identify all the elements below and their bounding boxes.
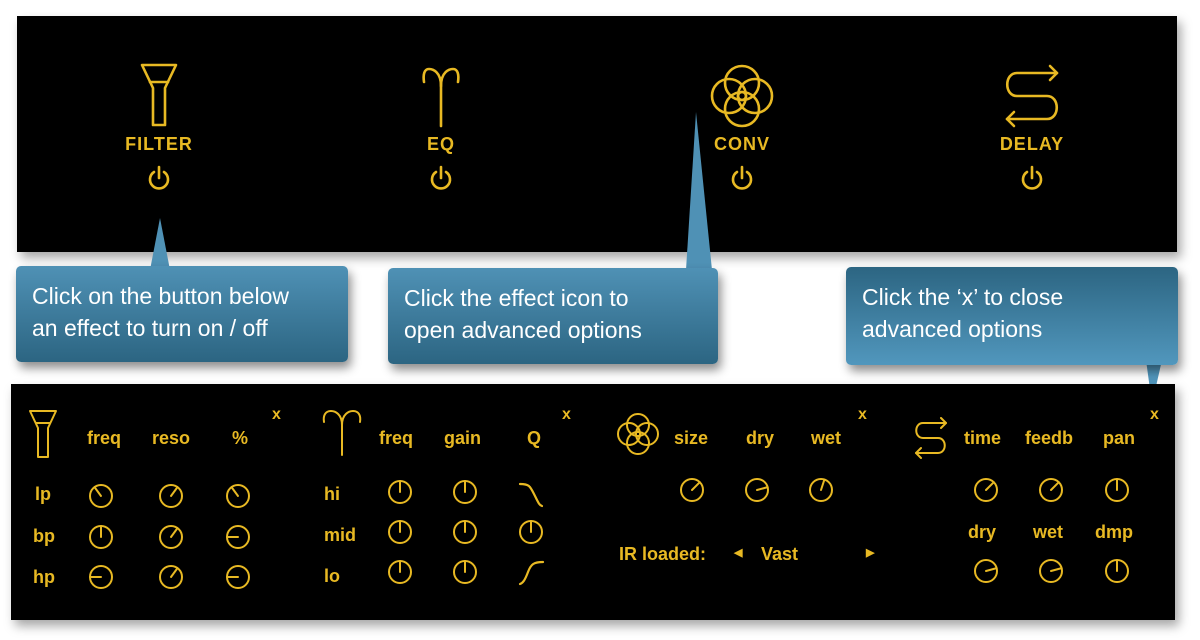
column-label: size — [674, 428, 709, 448]
row-label: hi — [324, 484, 340, 504]
knob[interactable] — [1038, 558, 1064, 584]
knob[interactable] — [88, 483, 114, 509]
knob[interactable] — [158, 564, 184, 590]
column-label: wet — [811, 428, 842, 448]
close-conv-button[interactable]: x — [858, 406, 867, 424]
row-label: lo — [324, 566, 340, 586]
knob[interactable] — [1104, 558, 1130, 584]
knob[interactable] — [452, 479, 478, 505]
callout-text: Click the effect icon to — [404, 285, 629, 311]
knob[interactable] — [452, 559, 478, 585]
s-arrows-icon[interactable] — [911, 417, 951, 459]
callout-text: an effect to turn on / off — [32, 315, 268, 341]
callout-power: Click on the button below an effect to t… — [16, 266, 348, 362]
close-eq-button[interactable]: x — [562, 406, 571, 424]
knob[interactable] — [518, 519, 544, 545]
knob[interactable] — [452, 519, 478, 545]
triangle-right-icon[interactable]: ▶ — [866, 546, 874, 559]
knob[interactable] — [225, 483, 251, 509]
low-shelf-curve-icon[interactable] — [517, 558, 547, 588]
callout-text: open advanced options — [404, 317, 642, 343]
advanced-options-panel: freq reso % x lp bp hp freq gain Q x hi … — [11, 384, 1175, 620]
column-label: Q — [527, 428, 542, 448]
high-shelf-curve-icon[interactable] — [517, 480, 547, 510]
column-label: time — [964, 428, 1002, 448]
close-delay-button[interactable]: x — [1150, 406, 1159, 424]
knob[interactable] — [88, 524, 114, 550]
knob[interactable] — [158, 483, 184, 509]
column-label: freq — [87, 428, 122, 448]
callout-text: Click on the button below — [32, 283, 289, 309]
knob[interactable] — [744, 477, 770, 503]
knob[interactable] — [225, 524, 251, 550]
column-label: reso — [152, 428, 191, 448]
column-label: pan — [1103, 428, 1136, 448]
callout-close: Click the ‘x’ to close advanced options — [846, 267, 1178, 365]
knob[interactable] — [973, 477, 999, 503]
callout-icon: Click the effect icon to open advanced o… — [388, 268, 718, 364]
knob[interactable] — [679, 477, 705, 503]
knob[interactable] — [973, 558, 999, 584]
row-label: lp — [35, 484, 51, 504]
column-label: wet — [1033, 522, 1064, 542]
knob[interactable] — [1104, 477, 1130, 503]
callout-text: advanced options — [862, 316, 1043, 342]
row-label: mid — [324, 525, 357, 545]
ir-value: Vast — [761, 544, 799, 564]
column-label: dry — [746, 428, 775, 448]
aries-horns-icon[interactable] — [321, 409, 363, 457]
knob[interactable] — [225, 564, 251, 590]
column-label: dry — [968, 522, 997, 542]
knob[interactable] — [387, 559, 413, 585]
knob[interactable] — [808, 477, 834, 503]
knob[interactable] — [387, 519, 413, 545]
triangle-left-icon[interactable]: ◀ — [734, 546, 742, 559]
row-label: hp — [33, 567, 55, 587]
knob[interactable] — [387, 479, 413, 505]
knob[interactable] — [88, 564, 114, 590]
column-label: gain — [444, 428, 482, 448]
funnel-icon[interactable] — [28, 409, 58, 459]
callout-pointer — [150, 218, 170, 270]
overlapping-circles-icon[interactable] — [614, 412, 662, 456]
column-label: % — [232, 428, 249, 448]
callout-text: Click the ‘x’ to close — [862, 284, 1064, 310]
knob[interactable] — [158, 524, 184, 550]
knob[interactable] — [1038, 477, 1064, 503]
ir-loaded-label: IR loaded: — [619, 544, 707, 564]
column-label: freq — [379, 428, 414, 448]
column-label: dmp — [1095, 522, 1133, 542]
callout-pointer — [686, 112, 712, 270]
row-label: bp — [33, 526, 55, 546]
column-label: feedb — [1025, 428, 1074, 448]
close-filter-button[interactable]: x — [272, 406, 281, 424]
